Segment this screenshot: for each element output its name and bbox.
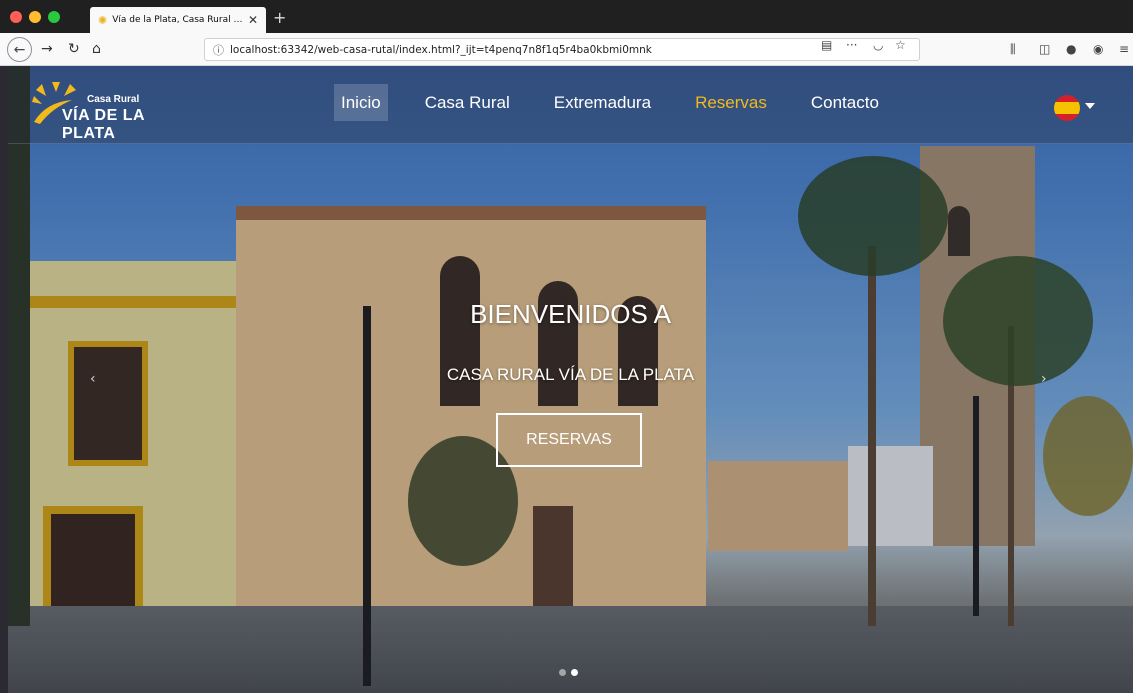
carousel-dot[interactable]	[559, 669, 566, 676]
logo-big-text: VÍA DE LA PLATA	[62, 107, 145, 142]
maximize-window-button[interactable]	[48, 11, 60, 23]
menu-icon[interactable]: ≡	[1119, 42, 1129, 56]
spain-flag-icon[interactable]	[1054, 95, 1080, 121]
browser-tabbar: ✺ Vía de la Plata, Casa Rural en E ✕ +	[0, 0, 1133, 33]
flag-stripe	[1054, 102, 1080, 114]
carousel-dot-active[interactable]	[571, 669, 578, 676]
nav-reservas[interactable]: Reservas	[688, 84, 774, 121]
flag-stripe	[1054, 114, 1080, 121]
logo-small-text: Casa Rural	[87, 94, 140, 105]
hero-carousel: Casa Rural VÍA DE LA PLATA Inicio Casa R…	[8, 66, 1133, 693]
minimize-window-button[interactable]	[29, 11, 41, 23]
web-page: Casa Rural VÍA DE LA PLATA Inicio Casa R…	[8, 66, 1133, 693]
extension-icon[interactable]: ●	[1066, 42, 1076, 56]
site-logo[interactable]: Casa Rural VÍA DE LA PLATA	[32, 82, 182, 142]
page-actions-icon[interactable]: ···	[846, 38, 857, 52]
language-dropdown-icon[interactable]	[1085, 103, 1095, 109]
address-bar[interactable]: ⓘ localhost:63342/web-casa-rutal/index.h…	[204, 38, 920, 61]
carousel-next-icon[interactable]: ›	[1041, 371, 1047, 387]
carousel-indicators	[559, 669, 578, 676]
url-text: localhost:63342/web-casa-rutal/index.htm…	[230, 43, 652, 56]
main-nav: Inicio Casa Rural Extremadura Reservas C…	[334, 84, 916, 121]
close-window-button[interactable]	[10, 11, 22, 23]
carousel-prev-icon[interactable]: ‹	[90, 371, 96, 387]
hero-subtitle: CASA RURAL VÍA DE LA PLATA	[446, 365, 695, 384]
bookmark-star-icon[interactable]: ☆	[895, 38, 906, 52]
hero-title: BIENVENIDOS A	[470, 299, 671, 329]
browser-navbar: ← → ↻ ⌂ ⓘ localhost:63342/web-casa-rutal…	[0, 33, 1133, 66]
sidebar-icon[interactable]: ◫	[1039, 42, 1050, 56]
reload-button[interactable]: ↻	[68, 41, 80, 57]
site-info-icon[interactable]: ⓘ	[213, 42, 224, 58]
forward-button[interactable]: →	[41, 41, 53, 57]
tab-title: Vía de la Plata, Casa Rural en E	[112, 15, 244, 25]
new-tab-button[interactable]: +	[273, 8, 286, 27]
nav-contacto[interactable]: Contacto	[804, 84, 886, 121]
home-button[interactable]: ⌂	[92, 41, 101, 57]
nav-casa-rural[interactable]: Casa Rural	[418, 84, 517, 121]
account-icon[interactable]: ◉	[1093, 42, 1103, 56]
flag-stripe	[1054, 95, 1080, 102]
browser-tab[interactable]: ✺ Vía de la Plata, Casa Rural en E ✕	[90, 7, 266, 33]
close-tab-icon[interactable]: ✕	[248, 13, 258, 27]
reader-view-icon[interactable]: ▤	[821, 38, 832, 52]
nav-inicio[interactable]: Inicio	[334, 84, 388, 121]
reservas-button[interactable]: RESERVAS	[496, 413, 642, 467]
library-icon[interactable]: ⫼	[1010, 42, 1016, 57]
nav-extremadura[interactable]: Extremadura	[547, 84, 658, 121]
site-header: Casa Rural VÍA DE LA PLATA Inicio Casa R…	[8, 66, 1133, 144]
pocket-icon[interactable]: ◡	[873, 38, 883, 52]
back-button[interactable]: ←	[7, 37, 32, 62]
favicon-icon: ✺	[98, 13, 108, 27]
